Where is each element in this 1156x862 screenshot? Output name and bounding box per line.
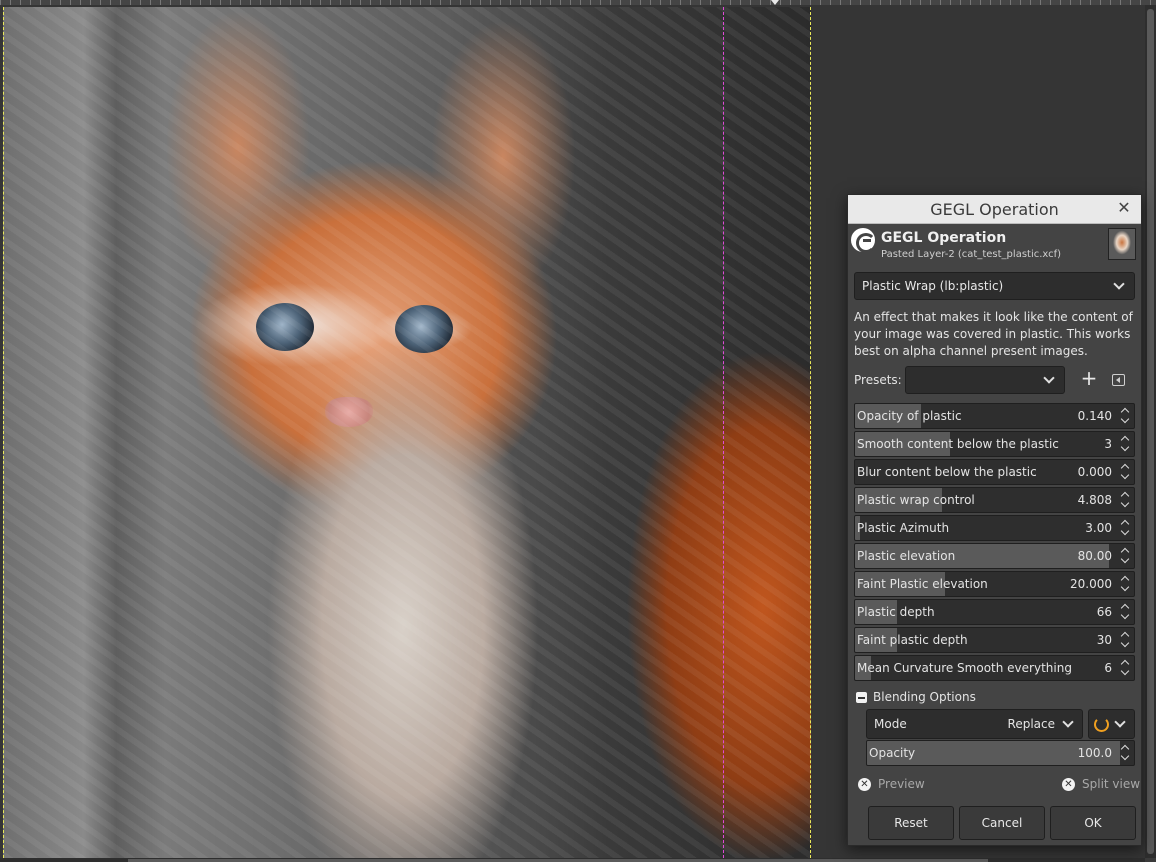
selection-boundary-left — [3, 7, 4, 858]
parameter-value: 3.00 — [1085, 521, 1112, 535]
parameter-value: 0.000 — [1077, 465, 1112, 479]
parameter-label: Plastic depth — [857, 605, 935, 619]
horizontal-scrollbar[interactable] — [0, 858, 1145, 862]
parameter-value: 20.000 — [1070, 577, 1112, 591]
dialog-title: GEGL Operation — [930, 200, 1059, 219]
spin-arrows[interactable] — [1118, 432, 1134, 456]
blending-options-label: Blending Options — [873, 690, 976, 704]
layer-boundary — [723, 7, 724, 858]
decrement-icon[interactable] — [1120, 414, 1130, 424]
blend-opacity-label: Opacity — [869, 746, 916, 760]
preset-menu-icon[interactable] — [1112, 374, 1125, 386]
parameter-value: 30 — [1096, 633, 1112, 647]
kitten-image[interactable] — [3, 7, 811, 858]
decrement-icon[interactable] — [1120, 526, 1130, 536]
parameter-value: 66 — [1096, 605, 1112, 619]
selection-boundary-right — [810, 7, 811, 858]
decrement-icon[interactable] — [1120, 751, 1130, 761]
chevron-down-icon — [1113, 278, 1125, 290]
parameter-label: Blur content below the plastic — [857, 465, 1037, 479]
parameter-label: Faint plastic depth — [857, 633, 968, 647]
layer-thumbnail — [1108, 228, 1136, 260]
spin-arrows[interactable] — [1118, 404, 1134, 428]
ok-button[interactable]: OK — [1050, 806, 1136, 840]
spin-arrows[interactable] — [1118, 460, 1134, 484]
vertical-scrollbar[interactable] — [1145, 5, 1156, 858]
collapse-icon[interactable] — [856, 692, 867, 703]
dialog-titlebar[interactable]: GEGL Operation ✕ — [848, 195, 1141, 224]
composite-mode-button[interactable] — [1088, 709, 1135, 739]
parameter-label: Faint Plastic elevation — [857, 577, 988, 591]
parameter-label: Opacity of plastic — [857, 409, 962, 423]
spin-arrows[interactable] — [1118, 544, 1134, 568]
chevron-down-icon — [1114, 716, 1126, 728]
decrement-icon[interactable] — [1120, 498, 1130, 508]
spin-arrows[interactable] — [1118, 572, 1134, 596]
blend-mode-dropdown[interactable]: Mode Replace — [866, 709, 1083, 739]
gegl-operation-dialog: GEGL Operation ✕ GEGL Operation Pasted L… — [847, 194, 1142, 846]
parameter-spinscale[interactable]: Blur content below the plastic 0.000 — [854, 459, 1135, 485]
parameter-label: Plastic wrap control — [857, 493, 975, 507]
cat-left-eye — [256, 303, 314, 351]
header-title: GEGL Operation — [881, 230, 1007, 246]
parameter-spinscale[interactable]: Plastic elevation 80.00 — [854, 543, 1135, 569]
preview-label[interactable]: Preview — [878, 777, 925, 791]
vertical-scrollbar-thumb[interactable] — [1147, 9, 1154, 854]
presets-dropdown[interactable] — [905, 366, 1065, 394]
decrement-icon[interactable] — [1120, 638, 1130, 648]
decrement-icon[interactable] — [1120, 470, 1130, 480]
spin-arrows[interactable] — [1118, 628, 1134, 652]
spin-arrows[interactable] — [1118, 488, 1134, 512]
composite-mode-icon — [1094, 717, 1109, 732]
operation-description: An effect that makes it look like the co… — [854, 310, 1133, 358]
parameter-spinscale[interactable]: Plastic depth 66 — [854, 599, 1135, 625]
spin-arrows[interactable] — [1118, 656, 1134, 680]
decrement-icon[interactable] — [1120, 666, 1130, 676]
close-icon[interactable]: ✕ — [1116, 200, 1132, 216]
decrement-icon[interactable] — [1120, 610, 1130, 620]
spin-arrows[interactable] — [1118, 600, 1134, 624]
decrement-icon[interactable] — [1120, 554, 1130, 564]
presets-label: Presets: — [854, 373, 902, 387]
parameter-label: Smooth content below the plastic — [857, 437, 1059, 451]
parameter-value: 0.140 — [1077, 409, 1112, 423]
parameter-label: Plastic elevation — [857, 549, 956, 563]
preview-checkbox[interactable]: ✕ — [858, 778, 871, 791]
chevron-down-icon — [1043, 372, 1055, 384]
split-view-checkbox[interactable]: ✕ — [1062, 778, 1075, 791]
parameter-value: 80.00 — [1077, 549, 1112, 563]
parameter-spinscale[interactable]: Faint plastic depth 30 — [854, 627, 1135, 653]
parameter-spinscale[interactable]: Faint Plastic elevation 20.000 — [854, 571, 1135, 597]
reset-button[interactable]: Reset — [868, 806, 954, 840]
cat-right-eye — [395, 305, 453, 353]
cat-nose — [325, 397, 373, 427]
chevron-down-icon — [1062, 716, 1074, 728]
add-preset-icon[interactable]: + — [1079, 368, 1099, 388]
decrement-icon[interactable] — [1120, 442, 1130, 452]
parameter-spinscale[interactable]: Smooth content below the plastic 3 — [854, 431, 1135, 457]
parameter-spinscale[interactable]: Mean Curvature Smooth everything 6 — [854, 655, 1135, 681]
parameter-spinscale[interactable]: Plastic wrap control 4.808 — [854, 487, 1135, 513]
parameter-label: Mean Curvature Smooth everything — [857, 661, 1072, 675]
blend-opacity-spinscale[interactable]: Opacity 100.0 — [866, 740, 1135, 766]
operation-dropdown[interactable]: Plastic Wrap (lb:plastic) — [854, 272, 1135, 300]
parameter-value: 4.808 — [1077, 493, 1112, 507]
operation-value: Plastic Wrap (lb:plastic) — [862, 279, 1004, 293]
spin-arrows[interactable] — [1118, 516, 1134, 540]
header-subtitle: Pasted Layer-2 (cat_test_plastic.xcf) — [881, 249, 1062, 260]
parameter-spinscale[interactable]: Plastic Azimuth 3.00 — [854, 515, 1135, 541]
blend-opacity-value: 100.0 — [1077, 746, 1112, 760]
parameter-spinscale[interactable]: Opacity of plastic 0.140 — [854, 403, 1135, 429]
parameter-value: 3 — [1104, 437, 1112, 451]
cancel-button[interactable]: Cancel — [959, 806, 1045, 840]
parameter-value: 6 — [1104, 661, 1112, 675]
split-view-label[interactable]: Split view — [1082, 777, 1140, 791]
dialog-header: GEGL Operation Pasted Layer-2 (cat_test_… — [848, 225, 1141, 263]
gegl-icon — [851, 228, 876, 253]
decrement-icon[interactable] — [1120, 582, 1130, 592]
spin-arrows[interactable] — [1118, 741, 1134, 765]
mode-value: Replace — [1007, 717, 1055, 731]
parameter-label: Plastic Azimuth — [857, 521, 950, 535]
mode-label: Mode — [874, 717, 907, 731]
